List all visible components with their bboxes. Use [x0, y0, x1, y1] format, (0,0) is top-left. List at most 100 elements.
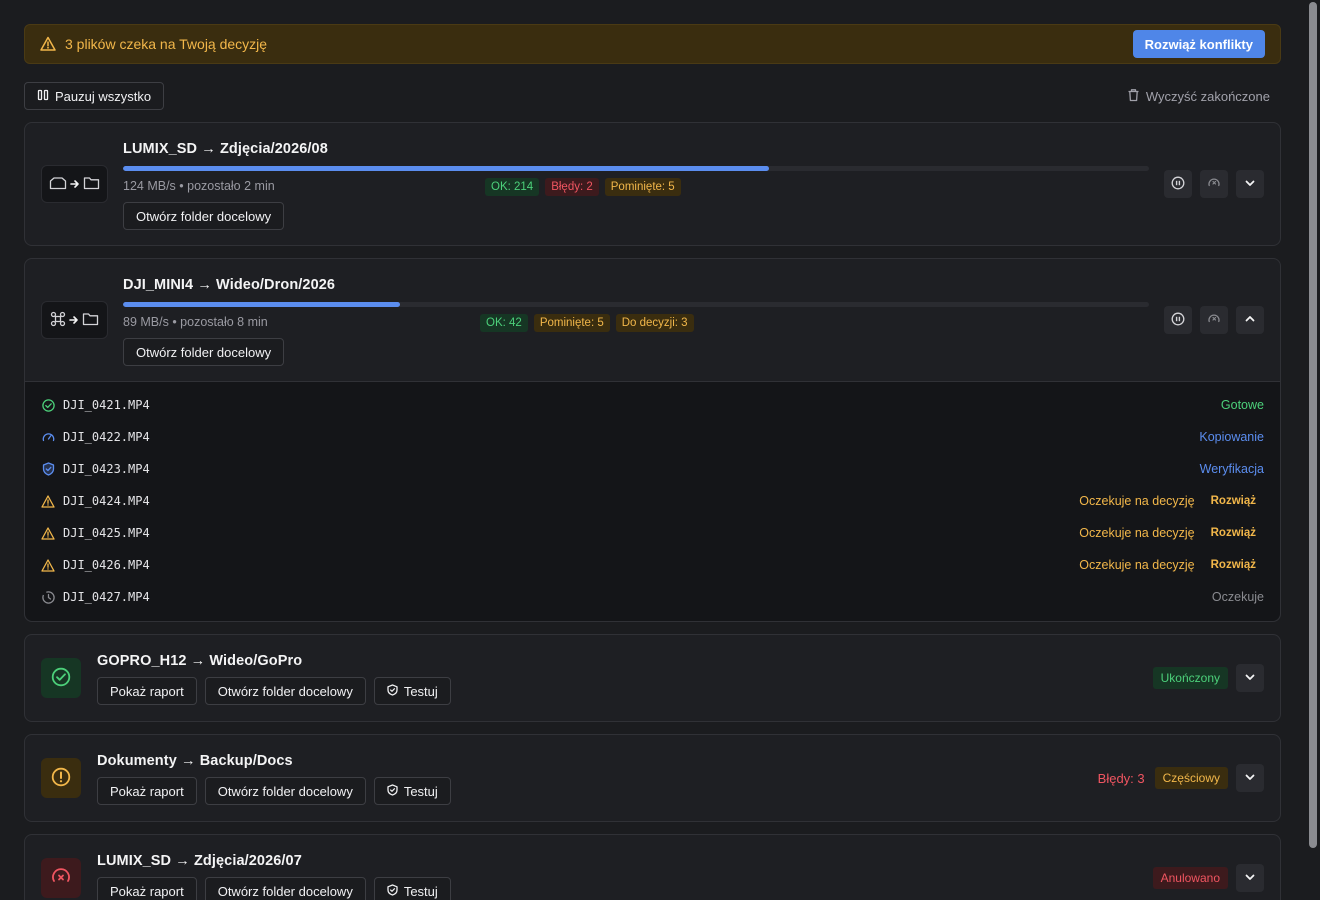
job-card-dji: DJI_MINI4 → Wideo/Dron/2026 89 MB/s • po…	[24, 258, 1281, 622]
open-target-folder-button[interactable]: Otwórz folder docelowy	[204, 677, 366, 705]
cancelled-gauge-icon	[51, 867, 71, 890]
progress-fill	[123, 166, 770, 171]
file-row: DJI_0423.MP4 Weryfikacja	[25, 453, 1280, 485]
job-title: GOPRO_H12 → Wideo/GoPro	[97, 653, 303, 669]
expand-job-button[interactable]	[1236, 170, 1264, 198]
scrollbar-thumb[interactable]	[1309, 2, 1317, 848]
conflict-banner: 3 plików czeka na Twoją decyzję Rozwiąż …	[24, 24, 1281, 64]
shield-check-icon	[387, 683, 398, 699]
job-buttons: Pokaż raport Otwórz folder docelowy Test…	[97, 677, 451, 705]
camera-icon	[49, 176, 67, 193]
pause-all-button[interactable]: Pauzuj wszystko	[24, 82, 165, 110]
scrollbar[interactable]	[1308, 2, 1318, 898]
open-target-folder-button[interactable]: Otwórz folder docelowy	[123, 202, 285, 230]
file-state: Oczekuje na decyzję	[1079, 558, 1195, 572]
job-card-docs: Dokumenty → Backup/Docs Pokaż raport Otw…	[24, 734, 1281, 822]
skipped-badge: Pominięte: 5	[533, 314, 610, 332]
gauge-icon	[41, 430, 55, 444]
job-title: LUMIX_SD → Zdjęcia/2026/07	[97, 853, 302, 869]
expand-job-button[interactable]	[1236, 664, 1264, 692]
pause-job-button[interactable]	[1164, 306, 1192, 334]
open-target-folder-button[interactable]: Otwórz folder docelowy	[204, 877, 366, 900]
job-title: DJI_MINI4 → Wideo/Dron/2026	[123, 277, 336, 293]
job-card-lumix-08: LUMIX_SD → Zdjęcia/2026/08 124 MB/s • po…	[24, 122, 1281, 246]
job-row: LUMIX_SD → Zdjęcia/2026/08 124 MB/s • po…	[25, 123, 1280, 245]
clear-finished-label: Wyczyść zakończone	[1145, 88, 1270, 104]
file-name: DJI_0424.MP4	[63, 494, 150, 508]
open-target-folder-button[interactable]: Otwórz folder docelowy	[123, 338, 285, 366]
banner-message: 3 plików czeka na Twoją decyzję	[65, 36, 268, 52]
cancel-gauge-icon	[1207, 312, 1221, 329]
status-badge: Anulowano	[1152, 867, 1228, 889]
show-report-button[interactable]: Pokaż raport	[97, 877, 197, 900]
file-name: DJI_0423.MP4	[63, 462, 150, 476]
content: 3 plików czeka na Twoją decyzję Rozwiąż …	[24, 24, 1281, 900]
test-label: Testuj	[403, 783, 438, 799]
errors-badge: Błędy: 2	[545, 178, 599, 196]
status-icon	[41, 858, 81, 898]
ok-badge: OK: 214	[485, 178, 540, 196]
file-row: DJI_0426.MP4 Oczekuje na decyzję Rozwiąż	[25, 549, 1280, 581]
file-name: DJI_0421.MP4	[63, 398, 150, 412]
file-state: Oczekuje na decyzję	[1079, 526, 1195, 540]
file-row: DJI_0422.MP4 Kopiowanie	[25, 421, 1280, 453]
drone-icon	[50, 311, 66, 330]
toolbar: Pauzuj wszystko Wyczyść zakończone	[24, 82, 1281, 110]
alert-circle-icon	[51, 767, 71, 790]
warning-icon	[41, 526, 55, 540]
resolve-file-button[interactable]: Rozwiąż	[1211, 527, 1256, 539]
expand-job-button[interactable]	[1236, 864, 1264, 892]
test-button[interactable]: Testuj	[373, 877, 451, 900]
show-report-button[interactable]: Pokaż raport	[97, 777, 197, 805]
file-name: DJI_0426.MP4	[63, 558, 150, 572]
resolve-file-button[interactable]: Rozwiąż	[1211, 559, 1256, 571]
test-button[interactable]: Testuj	[373, 777, 451, 805]
resolve-conflicts-button[interactable]: Rozwiąż konflikty	[1132, 30, 1265, 58]
warning-icon	[41, 558, 55, 572]
pause-job-button[interactable]	[1164, 170, 1192, 198]
job-badges: OK: 214 Błędy: 2 Pominięte: 5	[485, 178, 681, 196]
trash-icon	[1127, 88, 1140, 105]
file-state: Oczekuje	[1211, 590, 1264, 604]
pause-icon	[37, 89, 49, 104]
chevron-down-icon	[1244, 177, 1256, 192]
folder-icon	[83, 176, 100, 193]
cancel-job-button[interactable]	[1200, 306, 1228, 334]
job-row: LUMIX_SD → Zdjęcia/2026/07 Pokaż raport …	[25, 835, 1280, 900]
job-row: GOPRO_H12 → Wideo/GoPro Pokaż raport Otw…	[25, 635, 1280, 721]
test-label: Testuj	[403, 683, 438, 699]
job-actions: Ukończony	[1152, 664, 1264, 692]
test-label: Testuj	[403, 883, 438, 899]
check-circle-icon	[41, 398, 55, 412]
expand-job-button[interactable]	[1236, 764, 1264, 792]
skipped-badge: Pominięte: 5	[604, 178, 681, 196]
collapse-job-button[interactable]	[1236, 306, 1264, 334]
job-card-gopro: GOPRO_H12 → Wideo/GoPro Pokaż raport Otw…	[24, 634, 1281, 722]
folder-icon	[82, 312, 99, 329]
pause-all-label: Pauzuj wszystko	[55, 88, 152, 104]
transfer-speed: 124 MB/s • pozostało 2 min	[123, 179, 275, 193]
shield-check-icon	[387, 783, 398, 799]
file-state: Oczekuje na decyzję	[1079, 494, 1195, 508]
status-icon	[41, 658, 81, 698]
file-state: Kopiowanie	[1199, 430, 1264, 444]
arrow-right-icon	[69, 313, 79, 328]
progress-fill	[123, 302, 401, 307]
open-target-folder-button[interactable]: Otwórz folder docelowy	[204, 777, 366, 805]
clear-finished-button[interactable]: Wyczyść zakończone	[1127, 88, 1270, 105]
job-source-target-icon	[41, 165, 108, 203]
resolve-file-button[interactable]: Rozwiąż	[1211, 495, 1256, 507]
warning-icon	[41, 494, 55, 508]
file-row: DJI_0425.MP4 Oczekuje na decyzję Rozwiąż	[25, 517, 1280, 549]
cancel-job-button[interactable]	[1200, 170, 1228, 198]
shield-check-icon	[387, 883, 398, 899]
file-name: DJI_0425.MP4	[63, 526, 150, 540]
file-row: DJI_0427.MP4 Oczekuje	[25, 581, 1280, 613]
file-state: Gotowe	[1220, 398, 1264, 412]
transfer-queue-page: 3 plików czeka na Twoją decyzję Rozwiąż …	[0, 0, 1320, 900]
file-row: DJI_0424.MP4 Oczekuje na decyzję Rozwiąż	[25, 485, 1280, 517]
chevron-down-icon	[1244, 871, 1256, 886]
show-report-button[interactable]: Pokaż raport	[97, 677, 197, 705]
pause-circle-icon	[1171, 176, 1185, 193]
test-button[interactable]: Testuj	[373, 677, 451, 705]
